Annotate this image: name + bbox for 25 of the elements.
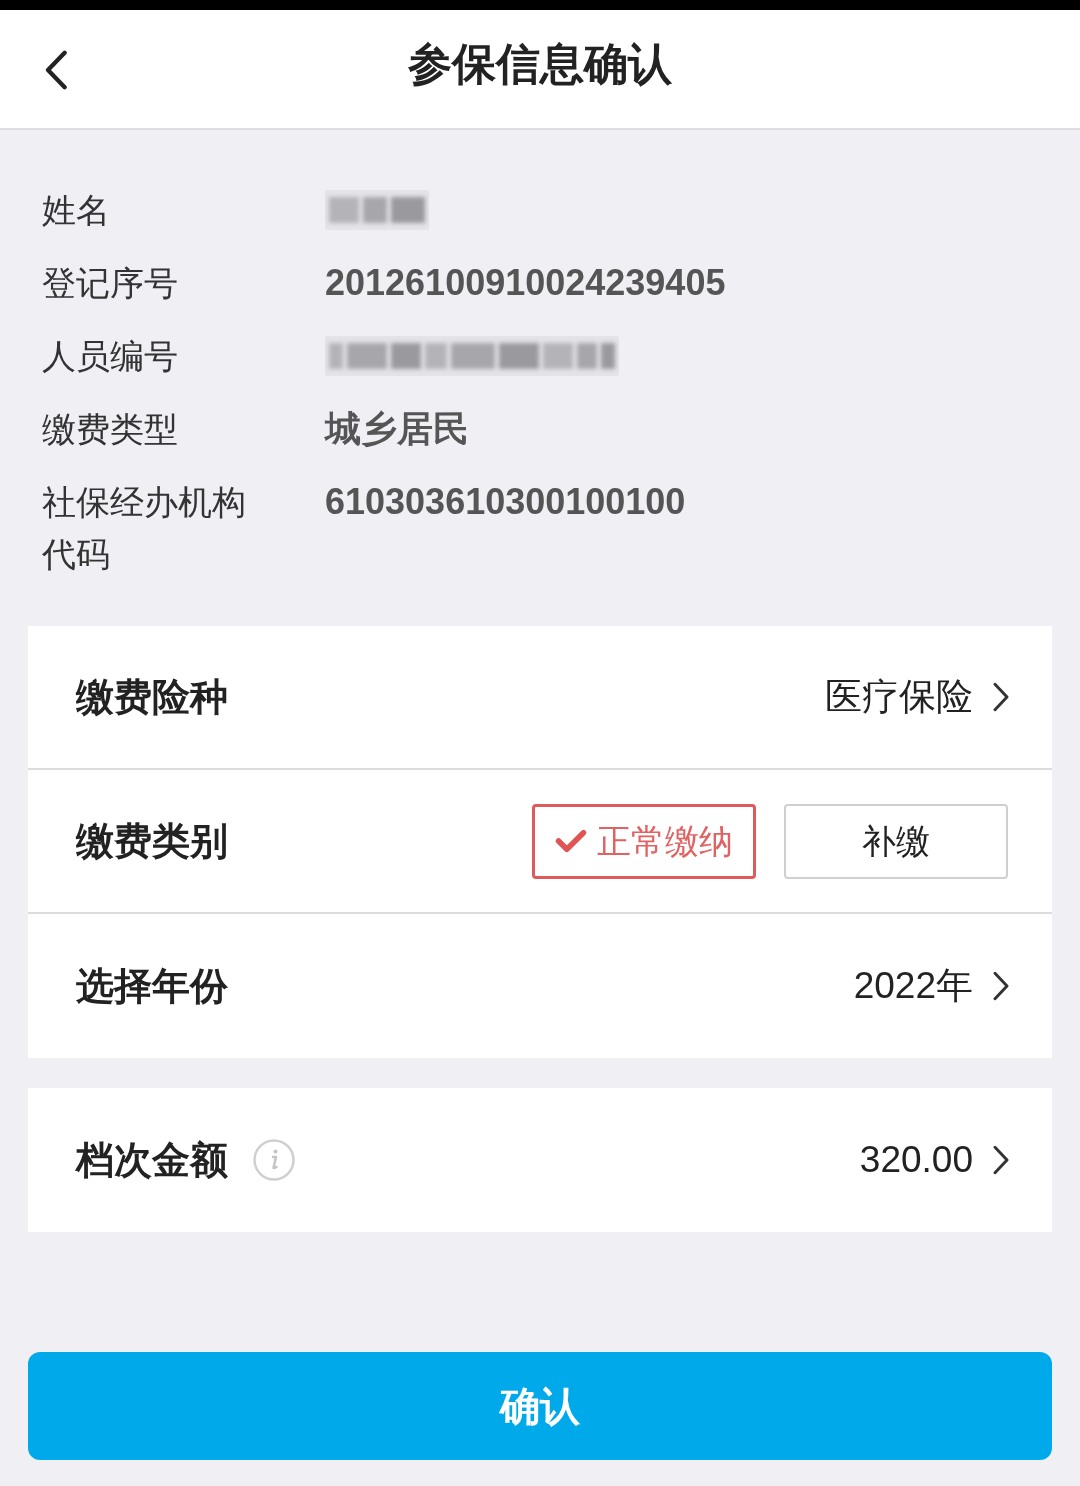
- row-label: 缴费险种: [76, 675, 228, 720]
- info-label: 缴费类型: [42, 409, 179, 450]
- row-label: 缴费类别: [76, 819, 228, 864]
- check-icon: [555, 829, 587, 853]
- chevron-right-icon: [993, 971, 1009, 1001]
- select-row[interactable]: 缴费险种 医疗保险: [28, 626, 1052, 770]
- info-label: 人员编号: [42, 336, 179, 377]
- info-value: 610303610300100100: [325, 480, 686, 524]
- option-button[interactable]: 补缴: [784, 803, 1008, 879]
- select-row[interactable]: 选择年份 2022年: [28, 914, 1052, 1058]
- page-title: 参保信息确认: [408, 38, 672, 90]
- info-label: 姓名: [42, 190, 111, 231]
- back-icon: [43, 50, 69, 90]
- row-value: 医疗保险: [825, 675, 973, 719]
- info-value: 城乡居民: [325, 407, 469, 451]
- chevron-right-icon: [993, 682, 1009, 712]
- row-value: 320.00: [859, 1138, 973, 1182]
- info-value: 20126100910024239405: [325, 261, 726, 305]
- row-value: 2022年: [853, 964, 973, 1008]
- select-row[interactable]: 档次金额 320.00: [28, 1088, 1052, 1232]
- info-label: 社保经办机构代码: [42, 482, 247, 575]
- row-label: 档次金额: [76, 1138, 228, 1183]
- info-label: 登记序号: [42, 263, 179, 304]
- chevron-right-icon: [993, 1145, 1009, 1175]
- row-label: 选择年份: [76, 964, 228, 1009]
